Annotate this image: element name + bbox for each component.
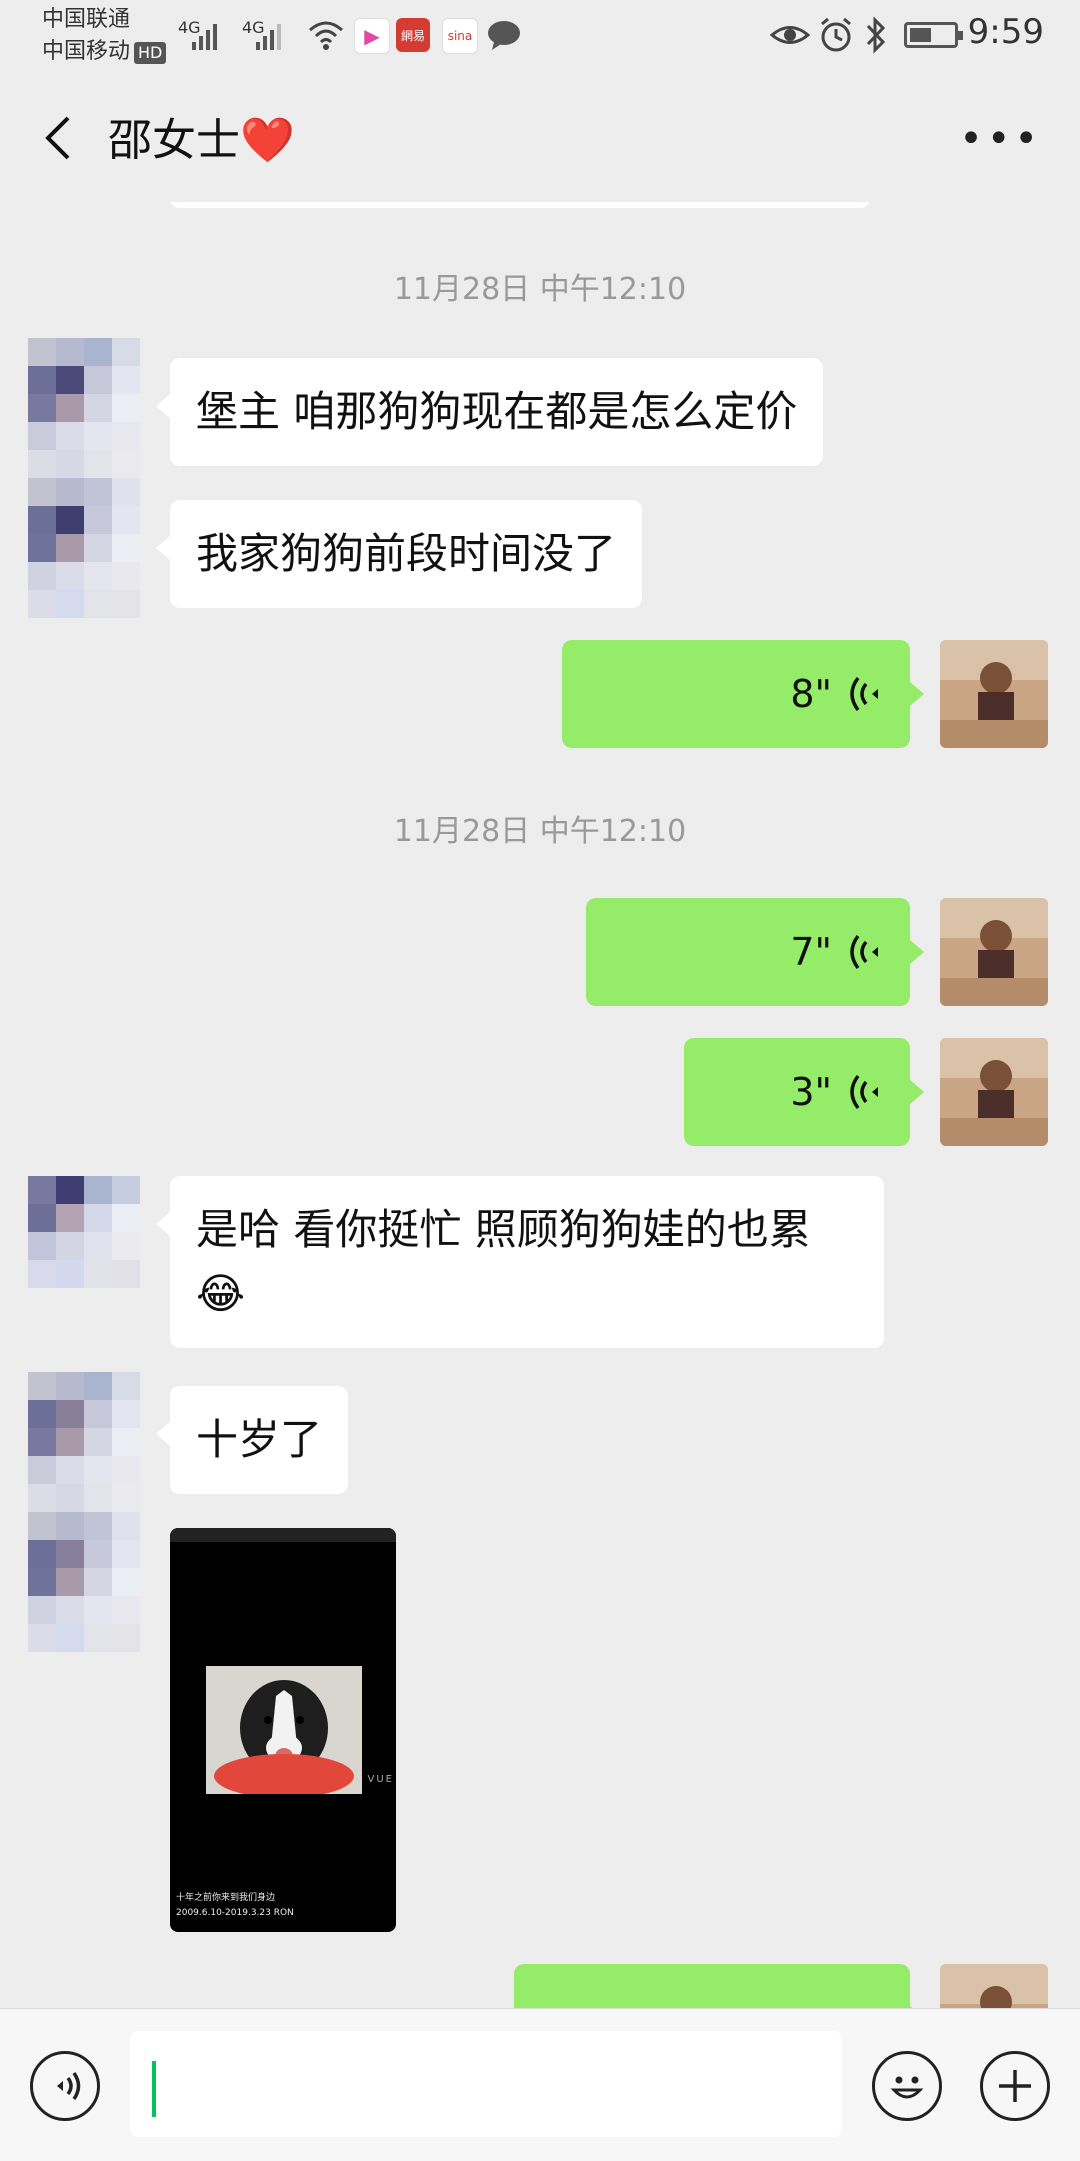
wifi-icon [309, 21, 343, 50]
contact-avatar[interactable] [28, 1372, 140, 1652]
message-text: 我家狗狗前段时间没了 [196, 529, 617, 578]
signal-icon-2 [256, 24, 281, 50]
voice-wave-icon [850, 676, 878, 712]
my-avatar[interactable] [940, 1964, 1048, 2008]
voice-duration: 7" [790, 930, 832, 974]
netease-app-icon: 網易 [396, 18, 430, 52]
image-caption: 2009.6.10-2019.3.23 RON [176, 1908, 294, 1918]
chat-header: 邵女士❤️ ••• [0, 72, 1080, 202]
image-caption: 十年之前你来到我们身边 [176, 1893, 276, 1903]
input-bar [0, 2008, 1080, 2161]
hd-badge: HD [134, 42, 167, 64]
incoming-message-bubble[interactable]: 我家狗狗前段时间没了 [155, 500, 643, 608]
plus-icon [999, 2070, 1031, 2102]
laughing-emoji: 😂 [196, 1269, 246, 1318]
my-avatar[interactable] [940, 898, 1048, 1006]
voice-wave-icon [850, 1074, 878, 1110]
voice-duration: 8" [790, 672, 832, 716]
eye-icon [770, 26, 810, 44]
more-options-icon[interactable]: ••• [959, 116, 1042, 162]
status-time: 9:59 [967, 12, 1044, 52]
contact-avatar[interactable] [28, 1176, 140, 1288]
timestamp: 11月28日 中午12:10 [393, 814, 687, 849]
carrier-info: 中国联通 中国移动 HD [42, 4, 167, 68]
youku-app-icon: ▶ [354, 18, 390, 54]
text-cursor [152, 2061, 156, 2117]
more-functions-button[interactable] [980, 2051, 1050, 2121]
incoming-message-bubble[interactable]: 十岁了 [155, 1386, 349, 1494]
outgoing-voice-message[interactable]: 3" [684, 1038, 924, 1146]
outgoing-voice-message[interactable] [514, 1964, 924, 2008]
chat-title: 邵女士❤️ [108, 115, 295, 166]
my-avatar[interactable] [940, 640, 1048, 748]
my-avatar[interactable] [940, 1038, 1048, 1146]
image-top-strip [170, 1528, 396, 1542]
previous-message-bubble[interactable] [170, 202, 870, 208]
emoji-button[interactable] [872, 2051, 942, 2121]
carrier-1: 中国联通 [42, 7, 131, 32]
emoji-icon [890, 2076, 924, 2099]
incoming-message-bubble[interactable]: 是哈 看你挺忙 照顾狗狗娃的也累 😂 [156, 1176, 884, 1348]
message-text: 十岁了 [196, 1415, 323, 1464]
sina-app-icon: sina [442, 18, 478, 54]
image-message[interactable]: VUE 十年之前你来到我们身边 2009.6.10-2019.3.23 RON [170, 1528, 396, 1932]
alarm-icon [821, 17, 851, 52]
battery-icon [904, 22, 963, 48]
back-arrow-icon[interactable] [32, 108, 92, 168]
message-text: 堡主 咱那狗狗现在都是怎么定价 [196, 387, 798, 436]
outgoing-voice-message[interactable]: 7" [586, 898, 924, 1006]
voice-input-icon [57, 2072, 81, 2100]
voice-input-button[interactable] [30, 2051, 100, 2121]
message-input[interactable] [130, 2031, 842, 2137]
incoming-message-bubble[interactable]: 堡主 咱那狗狗现在都是怎么定价 [155, 358, 824, 466]
timestamp: 11月28日 中午12:10 [393, 272, 687, 307]
bluetooth-icon [866, 16, 886, 54]
chat-message-list[interactable]: 11月28日 中午12:10 堡主 咱那狗狗现在都是怎么定价 我家狗狗前段时间没… [0, 202, 1080, 2008]
contact-avatar[interactable] [28, 338, 140, 618]
carrier-2: 中国移动 [42, 39, 131, 64]
voice-duration: 3" [790, 1070, 832, 1114]
message-text: 是哈 看你挺忙 照顾狗狗娃的也累 [196, 1205, 811, 1254]
voice-wave-icon [850, 934, 878, 970]
status-bar: 中国联通 中国移动 HD 4G 4G ▶ 網易 sina 9:59 [0, 0, 1080, 72]
dog-photo [206, 1666, 362, 1798]
outgoing-voice-message[interactable]: 8" [562, 640, 924, 748]
signal-icon-1 [192, 24, 217, 50]
image-side-text: VUE [367, 1774, 394, 1785]
message-notification-icon [488, 21, 520, 50]
